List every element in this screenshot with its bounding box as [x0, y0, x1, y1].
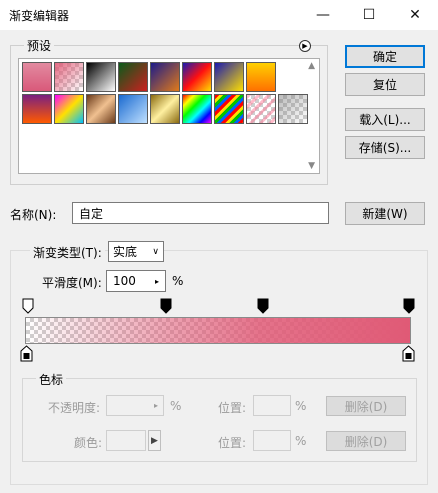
opacity-stop-right[interactable] — [403, 298, 415, 314]
gradient-type-label: 渐变类型(T): — [30, 244, 105, 261]
chevron-down-icon: ∨ — [152, 246, 159, 257]
preset-swatch[interactable] — [118, 62, 148, 92]
color-swatch-field[interactable] — [106, 430, 146, 451]
presets-label: 预设 — [24, 37, 55, 54]
opacity-dropdown-icon[interactable]: ▸ — [148, 395, 164, 416]
window-title: 渐变编辑器 — [9, 9, 70, 23]
preset-swatch[interactable] — [54, 94, 84, 124]
preset-swatch[interactable] — [182, 94, 212, 124]
color-stop-right[interactable] — [402, 345, 415, 362]
presets-swatch-grid: ▲ ▼ — [18, 58, 320, 174]
location-unit-color: % — [295, 434, 307, 448]
opacity-stop-left[interactable] — [22, 298, 34, 314]
minimize-button[interactable]: — — [300, 0, 346, 30]
color-stop-left[interactable] — [20, 345, 33, 362]
preset-swatch[interactable] — [246, 94, 276, 124]
close-button[interactable]: ✕ — [392, 0, 438, 30]
smoothness-label: 平滑度(M): — [42, 276, 102, 290]
color-stops-label: 色标 — [36, 371, 67, 388]
scroll-down-icon[interactable]: ▼ — [308, 161, 315, 171]
gradient-type-select[interactable]: 实底 ∨ — [108, 241, 164, 262]
preset-swatch[interactable] — [86, 94, 116, 124]
preset-swatch[interactable] — [246, 62, 276, 92]
new-button[interactable]: 新建(W) — [345, 202, 425, 225]
preset-swatch[interactable] — [118, 94, 148, 124]
opacity-unit: % — [170, 399, 182, 413]
preset-swatch[interactable] — [54, 62, 84, 92]
delete-color-stop-button[interactable]: 删除(D) — [326, 431, 406, 451]
load-button[interactable]: 载入(L)... — [345, 108, 425, 131]
preset-swatch[interactable] — [214, 62, 244, 92]
location-field-color[interactable] — [253, 430, 291, 451]
name-field[interactable]: 自定 — [72, 202, 329, 224]
title-bar: 渐变编辑器 — ☐ ✕ — [0, 0, 438, 30]
save-button[interactable]: 存储(S)... — [345, 136, 425, 159]
preset-swatch[interactable] — [182, 62, 212, 92]
presets-menu-icon[interactable]: ▶ — [299, 40, 311, 52]
opacity-label: 不透明度: — [48, 401, 101, 415]
location-field-opacity[interactable] — [253, 395, 291, 416]
location-label-color: 位置: — [218, 436, 247, 450]
opacity-stop-mid-1[interactable] — [160, 298, 172, 314]
gradient-fill — [26, 318, 410, 343]
reset-button[interactable]: 复位 — [345, 73, 425, 96]
smoothness-unit: % — [172, 274, 184, 288]
ok-button[interactable]: 确定 — [345, 45, 425, 68]
preset-swatch[interactable] — [150, 62, 180, 92]
color-label: 颜色: — [74, 436, 103, 450]
location-label-opacity: 位置: — [218, 401, 247, 415]
smoothness-value: 100 — [113, 274, 136, 288]
maximize-button[interactable]: ☐ — [346, 0, 392, 30]
gradient-preview-bar[interactable] — [25, 317, 411, 344]
preset-swatch[interactable] — [22, 94, 52, 124]
preset-swatch[interactable] — [86, 62, 116, 92]
preset-swatch[interactable] — [150, 94, 180, 124]
scroll-up-icon[interactable]: ▲ — [308, 61, 315, 71]
delete-opacity-stop-button[interactable]: 删除(D) — [326, 396, 406, 416]
smoothness-dropdown-icon[interactable]: ▸ — [149, 270, 165, 292]
location-unit-opacity: % — [295, 399, 307, 413]
name-label: 名称(N): — [10, 208, 57, 222]
preset-swatch[interactable] — [214, 94, 244, 124]
color-picker-arrow-icon[interactable]: ▶ — [148, 430, 161, 451]
opacity-stop-mid-2[interactable] — [257, 298, 269, 314]
gradient-type-value: 实底 — [113, 245, 138, 259]
preset-swatch[interactable] — [22, 62, 52, 92]
preset-swatch[interactable] — [278, 94, 308, 124]
